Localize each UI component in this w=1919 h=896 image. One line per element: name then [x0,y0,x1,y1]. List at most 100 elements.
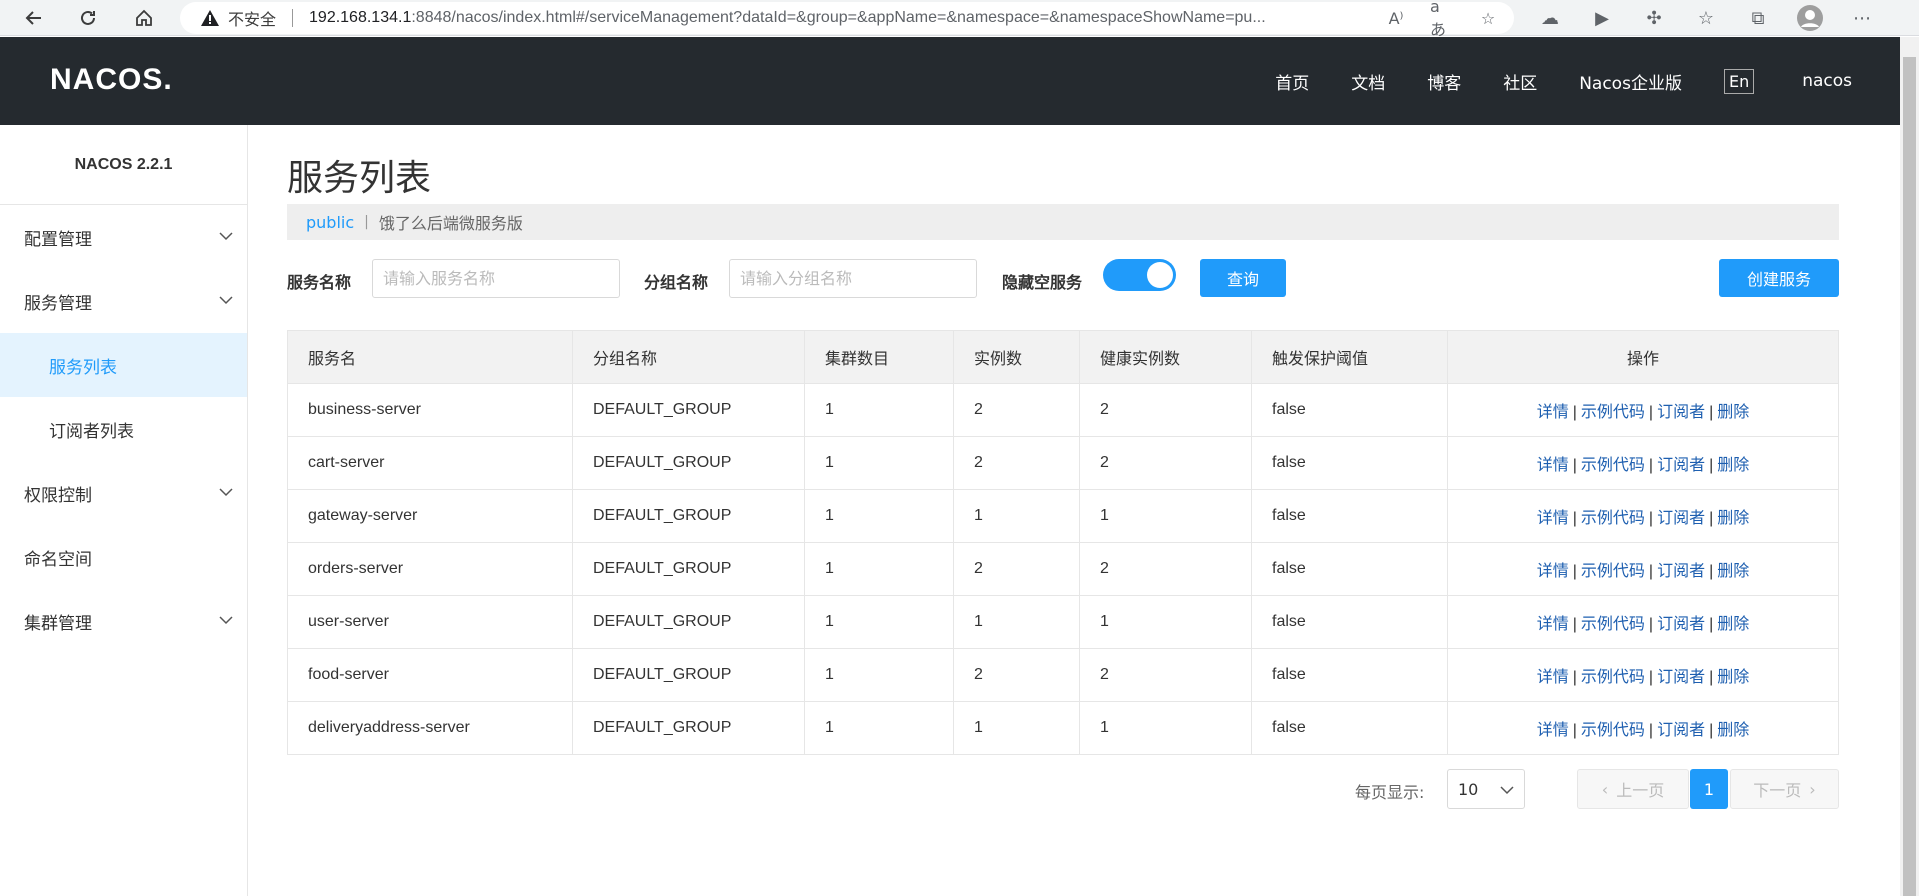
table-cell: DEFAULT_GROUP [572,701,805,755]
sidebar-item-auth[interactable]: 权限控制 [0,461,247,525]
action-separator: | [1648,616,1654,633]
nav-community[interactable]: 社区 [1503,69,1537,94]
hide-empty-toggle[interactable] [1103,259,1176,291]
play-icon[interactable]: ▶ [1576,4,1628,32]
sidebar-item-subscribers[interactable]: 订阅者列表 [0,397,247,461]
query-button[interactable]: 查询 [1200,259,1286,297]
service-name-input[interactable] [372,259,620,298]
sidebar-item-namespace[interactable]: 命名空间 [0,525,247,589]
action-separator: | [1572,510,1577,527]
service-name-label: 服务名称 [287,273,352,292]
table-cell: DEFAULT_GROUP [572,489,805,543]
table-cell: gateway-server [287,489,573,543]
next-page-label: 下一页 [1753,781,1802,800]
action-separator: | [1709,563,1714,580]
nav-home[interactable]: 首页 [1275,69,1309,94]
sidebar-item-config[interactable]: 配置管理 [0,205,247,269]
detail-link[interactable]: 详情 [1537,667,1569,686]
sample-code-link[interactable]: 示例代码 [1581,455,1645,474]
sample-code-link[interactable]: 示例代码 [1581,402,1645,421]
profile-avatar-icon[interactable] [1784,4,1836,32]
column-header: 分组名称 [572,330,805,384]
action-separator: | [1709,510,1714,527]
table-header-row: 服务名 分组名称 集群数目 实例数 健康实例数 触发保护阈值 操作 [287,330,1839,384]
subscribers-link[interactable]: 订阅者 [1657,561,1705,580]
version-label: NACOS 2.2.1 [0,125,247,205]
sample-code-link[interactable]: 示例代码 [1581,720,1645,739]
prev-page-button[interactable]: ‹ 上一页 [1577,769,1689,809]
nacos-logo[interactable]: NACOS. [50,63,173,97]
sidebar-item-service-list[interactable]: 服务列表 [0,333,247,397]
delete-link[interactable]: 删除 [1717,402,1749,421]
subscribers-link[interactable]: 订阅者 [1657,455,1705,474]
namespace-link[interactable]: public [306,213,354,232]
group-name-input[interactable] [729,259,977,298]
column-header: 服务名 [287,330,573,384]
action-separator: | [1572,457,1577,474]
current-page-button[interactable]: 1 [1690,769,1728,809]
language-switch[interactable]: En [1723,68,1755,94]
detail-link[interactable]: 详情 [1537,402,1569,421]
detail-link[interactable]: 详情 [1537,720,1569,739]
nav-docs[interactable]: 文档 [1351,69,1385,94]
delete-link[interactable]: 删除 [1717,455,1749,474]
address-bar[interactable]: 不安全 192.168.134.1 :8848/nacos/index.html… [180,0,1514,39]
table-cell: false [1251,383,1448,437]
nav-enterprise[interactable]: Nacos企业版 [1579,69,1682,94]
namespace-name[interactable]: 饿了么后端微服务版 [379,210,523,234]
action-separator: | [1572,404,1577,421]
page-title: 服务列表 [287,158,432,199]
column-header: 触发保护阈值 [1251,330,1448,384]
table-cell: 2 [1079,383,1252,437]
subscribers-link[interactable]: 订阅者 [1657,508,1705,527]
nav-blog[interactable]: 博客 [1427,69,1461,94]
delete-link[interactable]: 删除 [1717,720,1749,739]
subscribers-link[interactable]: 订阅者 [1657,614,1705,633]
column-header: 实例数 [953,330,1080,384]
sidebar-item-service[interactable]: 服务管理 [0,269,247,333]
delete-link[interactable]: 删除 [1717,561,1749,580]
home-icon[interactable] [130,4,158,32]
back-icon[interactable] [20,4,48,32]
delete-link[interactable]: 删除 [1717,614,1749,633]
detail-link[interactable]: 详情 [1537,508,1569,527]
subscribers-link[interactable]: 订阅者 [1657,402,1705,421]
more-menu-icon[interactable]: ⋯ [1836,4,1888,32]
delete-link[interactable]: 删除 [1717,667,1749,686]
detail-link[interactable]: 详情 [1537,455,1569,474]
create-service-button[interactable]: 创建服务 [1719,259,1839,297]
action-separator: | [1709,616,1714,633]
sample-code-link[interactable]: 示例代码 [1581,561,1645,580]
detail-link[interactable]: 详情 [1537,561,1569,580]
sidebar-item-label: 配置管理 [24,229,92,250]
translate-icon[interactable]: aあ [1430,0,1454,39]
address-separator [292,9,294,27]
detail-link[interactable]: 详情 [1537,614,1569,633]
favorites-icon[interactable]: ☆ [1680,4,1732,32]
sample-code-link[interactable]: 示例代码 [1581,614,1645,633]
collections-icon[interactable]: ⧉ [1732,4,1784,32]
subscribers-link[interactable]: 订阅者 [1657,720,1705,739]
table-cell: orders-server [287,542,573,596]
read-aloud-icon[interactable]: A⁾ [1384,6,1408,30]
action-separator: | [1572,563,1577,580]
per-page-select[interactable]: 10 [1447,769,1525,809]
reload-icon[interactable] [74,4,102,32]
table-row: food-server DEFAULT_GROUP 1 2 2 false 详情 | 示例代码 |… [287,648,1839,702]
favorite-star-icon[interactable]: ☆ [1476,6,1500,30]
next-page-button[interactable]: 下一页 › [1730,769,1839,809]
cloud-icon[interactable]: ☁ [1524,4,1576,32]
chevron-right-icon: › [1809,779,1816,799]
page-scrollbar[interactable] [1900,37,1919,896]
sample-code-link[interactable]: 示例代码 [1581,508,1645,527]
sample-code-link[interactable]: 示例代码 [1581,667,1645,686]
delete-link[interactable]: 删除 [1717,508,1749,527]
subscribers-link[interactable]: 订阅者 [1657,667,1705,686]
user-menu[interactable]: nacos [1802,71,1852,91]
scrollbar-thumb[interactable] [1903,57,1916,896]
sidebar-item-cluster[interactable]: 集群管理 [0,589,247,653]
actions-cell: 详情 | 示例代码 | 订阅者 | 删除 [1447,595,1839,649]
extensions-icon[interactable]: ✣ [1628,4,1680,32]
table-cell: user-server [287,595,573,649]
action-separator: | [1648,669,1654,686]
